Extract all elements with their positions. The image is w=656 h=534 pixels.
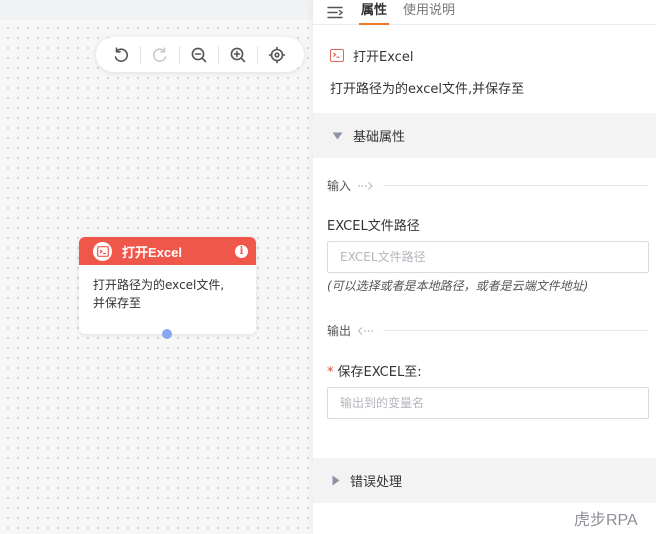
command-name: 打开Excel <box>353 50 414 65</box>
excel-path-input[interactable] <box>327 241 649 273</box>
tab-usage-guide[interactable]: 使用说明 <box>403 0 455 22</box>
section-error-handling[interactable]: 错误处理 <box>313 458 656 503</box>
input-divider-label: 输入 <box>327 179 352 193</box>
dots-arrow-right-icon <box>358 181 373 190</box>
input-divider: 输入 <box>327 177 649 194</box>
collapse-panel-icon[interactable] <box>327 4 344 19</box>
canvas-top-strip <box>0 0 313 20</box>
caret-right-icon <box>332 475 340 486</box>
excel-path-hint: (可以选择或者是本地路径，或者是云端文件地址) <box>327 279 589 293</box>
caret-down-icon <box>332 132 343 139</box>
info-icon[interactable]: i <box>235 244 248 258</box>
output-variable-input[interactable] <box>327 387 649 419</box>
dots-arrow-left-icon <box>357 326 373 335</box>
command-header: 打开Excel <box>330 46 413 65</box>
output-divider-label: 输出 <box>327 324 352 338</box>
toolbar-divider <box>218 45 219 64</box>
section-label: 基础属性 <box>353 130 406 145</box>
properties-panel: 属性 使用说明 打开Excel 打开路径为的excel文件,并保存至 基础属性 … <box>313 0 656 534</box>
divider-line <box>383 185 649 186</box>
required-marker: * <box>327 365 334 380</box>
toolbar-divider <box>179 45 180 64</box>
node-header[interactable]: 打开Excel i <box>79 237 256 265</box>
node-description: 打开路径为的excel文件, 并保存至 <box>79 265 256 312</box>
node-output-port[interactable] <box>162 329 172 339</box>
section-basic-properties[interactable]: 基础属性 <box>313 113 656 158</box>
canvas-toolbar <box>96 37 304 72</box>
excel-path-label: EXCEL文件路径 <box>327 219 420 234</box>
node-title: 打开Excel <box>122 244 182 260</box>
toolbar-divider <box>140 45 141 64</box>
output-divider: 输出 <box>327 322 649 339</box>
panel-tabs: 属性 使用说明 <box>313 0 656 25</box>
redo-icon[interactable] <box>147 42 173 68</box>
terminal-icon <box>93 241 112 261</box>
section-label: 错误处理 <box>350 475 403 490</box>
tab-properties[interactable]: 属性 <box>358 0 390 25</box>
flow-canvas[interactable]: 打开Excel i 打开路径为的excel文件, 并保存至 <box>0 0 313 534</box>
divider-line <box>383 330 649 331</box>
command-description: 打开路径为的excel文件,并保存至 <box>330 82 525 97</box>
save-excel-label: * 保存EXCEL至: <box>327 361 422 380</box>
target-icon[interactable] <box>264 42 290 68</box>
terminal-icon <box>330 49 344 62</box>
zoom-in-icon[interactable] <box>225 42 251 68</box>
watermark: 虎步RPA <box>574 512 638 529</box>
node-desc-line: 打开路径为的excel文件, <box>93 278 225 292</box>
node-desc-line: 并保存至 <box>93 296 142 310</box>
save-excel-label-text: 保存EXCEL至: <box>337 365 422 380</box>
undo-icon[interactable] <box>108 42 134 68</box>
flow-node-open-excel[interactable]: 打开Excel i 打开路径为的excel文件, 并保存至 <box>79 237 256 339</box>
toolbar-divider <box>257 45 258 64</box>
zoom-out-icon[interactable] <box>186 42 212 68</box>
